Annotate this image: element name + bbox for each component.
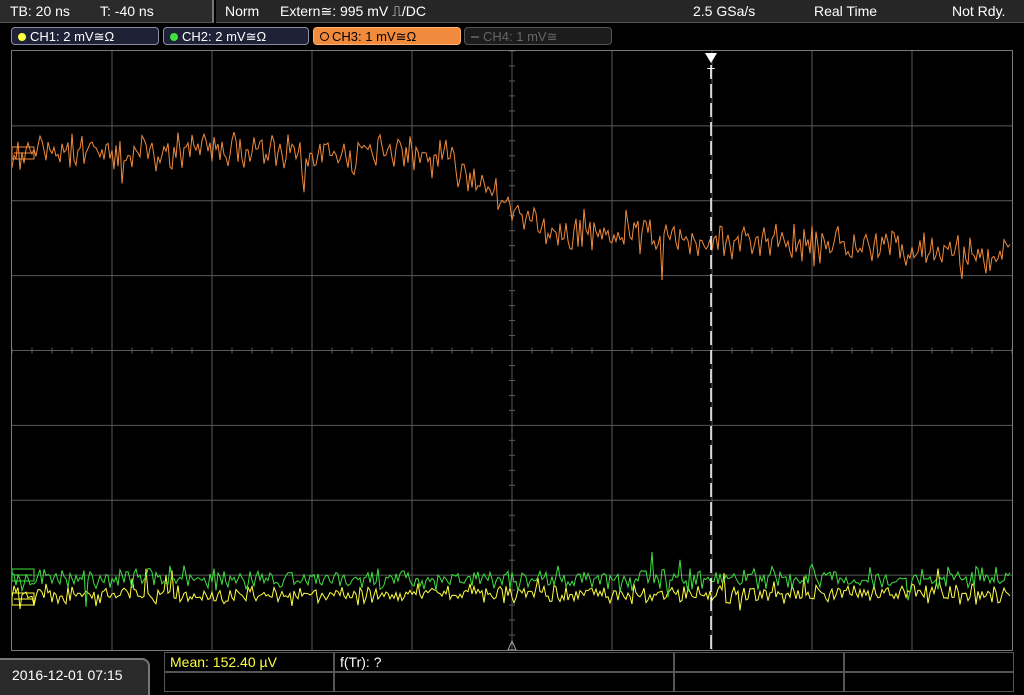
- acquisition-status: Not Rdy.: [952, 3, 1006, 19]
- measurement-slot-empty[interactable]: [844, 672, 1014, 692]
- measurement-slot-empty[interactable]: [674, 652, 844, 672]
- measurement-slot-empty[interactable]: [334, 672, 674, 692]
- trigger-mode: Norm: [225, 3, 260, 19]
- channel-2-indicator-icon: [170, 33, 178, 41]
- trigger-position-arrow-icon: [705, 53, 717, 63]
- acquisition-mode: Real Time: [814, 3, 878, 19]
- channel-3-indicator-icon: [320, 32, 329, 41]
- measurement-slot-empty[interactable]: [164, 672, 334, 692]
- measurement-slot-empty[interactable]: [844, 652, 1014, 672]
- traces: [12, 131, 1011, 611]
- trigger-position-value: T: -40 ns: [100, 3, 154, 19]
- channel-2-label: CH2: 2 mV≅Ω: [182, 29, 267, 44]
- trigger-source: Extern≅: 995 mV ⎍/DC: [280, 3, 427, 19]
- channel-1-indicator-icon: [18, 33, 26, 41]
- channel-3-button[interactable]: CH3: 1 mV≅Ω: [313, 27, 461, 45]
- channel-1-label: CH1: 2 mV≅Ω: [30, 29, 115, 44]
- trigger-position-label: T: [707, 65, 715, 80]
- channel-4-indicator-icon: [471, 36, 479, 38]
- channel-bar: CH1: 2 mV≅Ω CH2: 2 mV≅Ω CH3: 1 mV≅Ω CH4:…: [0, 26, 1024, 48]
- channel-1-button[interactable]: CH1: 2 mV≅Ω: [11, 27, 159, 45]
- channel-4-button[interactable]: CH4: 1 mV≅: [464, 27, 612, 45]
- waveform-display[interactable]: T: [11, 50, 1013, 651]
- trigger-frequency-measurement[interactable]: f(Tr): ?: [334, 652, 674, 672]
- sample-rate: 2.5 GSa/s: [693, 3, 756, 19]
- markers: T: [12, 53, 717, 650]
- measurement-panel: Mean: 152.40 µV f(Tr): ?: [164, 652, 1024, 695]
- graticule: [12, 51, 1012, 650]
- channel-3-trace: [12, 131, 1011, 281]
- measurement-slot-empty[interactable]: [674, 672, 844, 692]
- datetime-display: 2016-12-01 07:15: [0, 658, 150, 695]
- trigger-info-box[interactable]: Norm Extern≅: 995 mV ⎍/DC 2.5 GSa/s Real…: [216, 0, 1024, 23]
- channel-4-label: CH4: 1 mV≅: [483, 29, 558, 44]
- channel-2-button[interactable]: CH2: 2 mV≅Ω: [163, 27, 309, 45]
- timebase-value: TB: 20 ns: [10, 3, 70, 19]
- waveform-canvas: T: [12, 51, 1012, 650]
- channel-3-label: CH3: 1 mV≅Ω: [332, 29, 417, 44]
- timebase-box[interactable]: TB: 20 ns T: -40 ns: [0, 0, 214, 23]
- mean-measurement[interactable]: Mean: 152.40 µV: [164, 652, 334, 672]
- status-bar: TB: 20 ns T: -40 ns Norm Extern≅: 995 mV…: [0, 0, 1024, 24]
- bottom-bar: 2016-12-01 07:15 Mean: 152.40 µV f(Tr): …: [0, 652, 1024, 695]
